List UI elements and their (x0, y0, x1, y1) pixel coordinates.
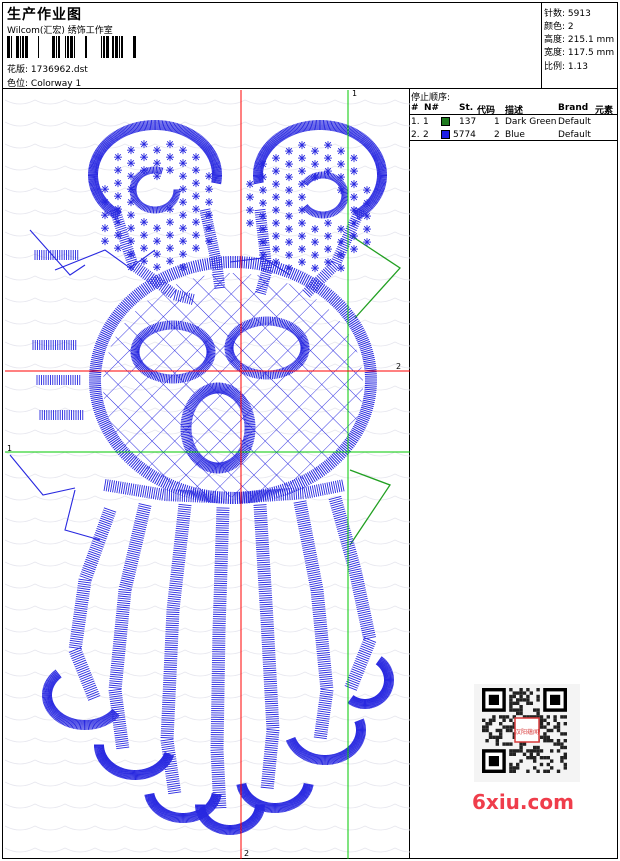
col-header-stitches: St. (459, 103, 474, 113)
guide-label-red-bottom: 2 (244, 849, 250, 858)
stat-label: 宽度: (544, 48, 566, 58)
stat-scale: 比例: 1.13 (544, 59, 588, 72)
row-number: 2 (423, 130, 429, 140)
col-header-number: N# (424, 103, 440, 113)
watermark-text: 6xiu.com (472, 790, 574, 814)
embroidery-design-preview[interactable] (5, 90, 410, 859)
design-file-value: 1736962.dst (30, 65, 88, 75)
row-description: Blue (505, 130, 525, 140)
row-number: 1 (423, 117, 429, 127)
design-file-label: 花版: (7, 65, 29, 75)
row-code: 1 (494, 117, 500, 127)
row-index: 1. (411, 117, 420, 127)
colorway-label: 色位: (7, 79, 29, 89)
row-stitches: 5774 (453, 130, 476, 140)
stat-height: 高度: 215.1 mm (544, 32, 614, 45)
qr-logo-text: 汉阳蕴闻 (515, 728, 539, 736)
col-header-brand: Brand (558, 103, 589, 113)
stat-value: 1.13 (567, 62, 588, 72)
row-stitches: 137 (459, 117, 477, 127)
col-header-index: # (411, 103, 419, 113)
stats-divider (541, 2, 542, 88)
stat-label: 针数: (544, 9, 566, 19)
row-description: Dark Green (505, 117, 557, 127)
color-swatch (441, 130, 450, 139)
row-brand: Default (558, 130, 591, 140)
guide-label-green-top: 1 (352, 89, 358, 98)
stat-label: 颜色: (544, 22, 566, 32)
row-brand: Default (558, 117, 591, 127)
barcode-image (7, 36, 136, 58)
design-file-row: 花版: 1736962.dst (7, 62, 88, 75)
ear-star-fill (101, 140, 371, 273)
stat-value: 5913 (567, 9, 591, 19)
colorway-row: 色位: Colorway 1 (7, 76, 81, 89)
qr-code-image: 汉阳蕴闻 (474, 684, 580, 782)
stat-value: 2 (567, 22, 574, 32)
stat-label: 高度: (544, 35, 566, 45)
stat-value: 117.5 mm (567, 48, 615, 58)
stat-color-count: 颜色: 2 (544, 19, 574, 32)
colorway-value: Colorway 1 (30, 79, 82, 89)
table-header-underline (410, 114, 618, 115)
header-divider (2, 88, 618, 89)
guide-label-red-right: 2 (396, 362, 402, 371)
guide-label-green-left: 1 (7, 444, 13, 453)
row-code: 2 (494, 130, 500, 140)
stat-value: 215.1 mm (567, 35, 615, 45)
stat-stitch-count: 针数: 5913 (544, 6, 591, 19)
stop-sequence-title: 停止顺序: (411, 93, 451, 103)
stat-width: 宽度: 117.5 mm (544, 45, 614, 58)
row-index: 2. (411, 130, 420, 140)
table-divider (409, 140, 618, 141)
page-title: 生产作业图 (7, 7, 82, 23)
color-swatch (441, 117, 450, 126)
company-name: Wilcom(汇宏) 绣饰工作室 (7, 26, 113, 36)
stat-label: 比例: (544, 62, 566, 72)
